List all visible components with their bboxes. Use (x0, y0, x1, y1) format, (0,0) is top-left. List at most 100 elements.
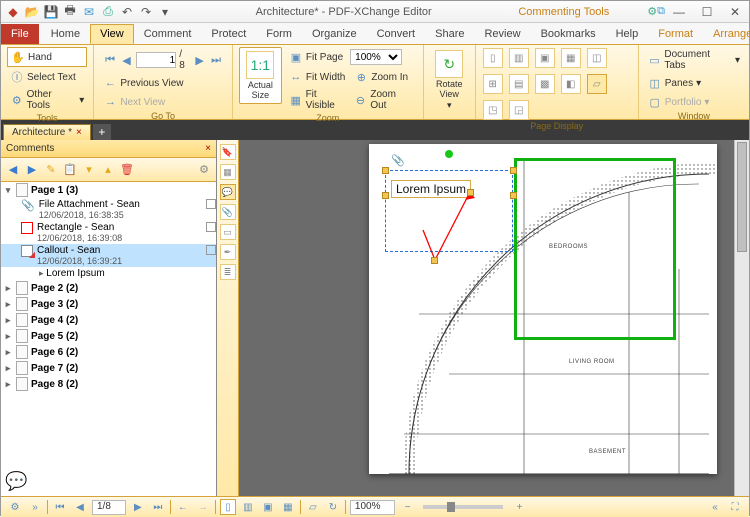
zoom-in-button[interactable]: + (511, 499, 527, 515)
tab-protect[interactable]: Protect (201, 24, 256, 44)
prev-page-icon[interactable]: ◀ (72, 499, 88, 515)
tab-format[interactable]: Format (648, 24, 703, 44)
layout-5-icon[interactable]: ◫ (587, 48, 607, 68)
zoom-slider-handle[interactable] (447, 502, 455, 512)
redo-icon[interactable]: ↷ (138, 4, 154, 20)
last-page-icon[interactable]: ⏭ (150, 499, 166, 515)
tab-convert[interactable]: Convert (367, 24, 426, 44)
previous-view-button[interactable]: ←Previous View (100, 74, 226, 92)
tree-page-node[interactable]: ▸Page 5 (2) (1, 328, 216, 344)
resize-handle[interactable] (467, 189, 474, 196)
next-comment-icon[interactable]: ▶ (24, 162, 40, 178)
panes-button[interactable]: ◫Panes▾ (645, 74, 743, 92)
scrollbar-thumb[interactable] (737, 142, 747, 252)
tree-page-node[interactable]: ▸Page 4 (2) (1, 312, 216, 328)
page-indicator[interactable]: 1/8 (92, 500, 126, 515)
rotate-handle[interactable] (445, 150, 453, 158)
vertical-scrollbar[interactable] (734, 140, 749, 496)
goto-first-button[interactable]: ⏮◀ / 8▶⏭ (100, 47, 226, 73)
layout-11-icon[interactable]: ◳ (483, 100, 503, 120)
sb-back-icon[interactable]: ← (175, 499, 191, 515)
resize-handle[interactable] (510, 167, 517, 174)
close-button[interactable]: ✕ (721, 2, 749, 22)
comment-item[interactable]: ◢Callout - Sean12/06/2018, 16:39:21 (1, 244, 216, 267)
fit-width-button[interactable]: ↔Fit Width ⊕Zoom In (286, 68, 417, 86)
resize-handle[interactable] (431, 257, 438, 264)
undo-icon[interactable]: ↶ (119, 4, 135, 20)
fit-page-button[interactable]: ▣Fit Page 100% (286, 47, 417, 67)
open-icon[interactable]: 📂 (24, 4, 40, 20)
options-icon[interactable]: ⚙ (196, 162, 212, 178)
resize-handle[interactable] (510, 192, 517, 199)
annotation-rectangle[interactable] (514, 158, 676, 340)
tree-page-node[interactable]: ▸Page 7 (2) (1, 360, 216, 376)
comment-item[interactable]: Rectangle - Sean12/06/2018, 16:39:08 (1, 221, 216, 244)
tree-page-node[interactable]: ▸Page 2 (2) (1, 280, 216, 296)
add-reply-icon[interactable]: ✎ (43, 162, 59, 178)
tree-page-node[interactable]: ▸Page 3 (2) (1, 296, 216, 312)
tab-share[interactable]: Share (425, 24, 474, 44)
layout-7-icon[interactable]: ▤ (509, 74, 529, 94)
bookmarks-pane-icon[interactable]: 🔖 (220, 144, 236, 160)
sb-fwd-icon[interactable]: → (195, 499, 211, 515)
zoom-slider[interactable] (423, 505, 503, 509)
launch-icon[interactable]: ⧉ (657, 5, 665, 18)
print-icon[interactable]: 🖶 (62, 4, 78, 20)
fit-visible-button[interactable]: ▦Fit Visible ⊖Zoom Out (286, 87, 417, 113)
thumbnails-pane-icon[interactable]: ▦ (220, 164, 236, 180)
select-text-button[interactable]: ⒾSelect Text (7, 68, 87, 86)
scan-icon[interactable]: ⎙ (100, 4, 116, 20)
comments-tree[interactable]: ▾Page 1 (3)📎File Attachment - Sean12/06/… (1, 182, 216, 464)
continuous-icon[interactable]: ▥ (509, 48, 529, 68)
sb-continuous-icon[interactable]: ▥ (240, 499, 256, 515)
tab-bookmarks[interactable]: Bookmarks (531, 24, 606, 44)
first-page-icon[interactable]: ⏮ (52, 499, 68, 515)
tab-comment[interactable]: Comment (134, 24, 202, 44)
summarize-icon[interactable]: 📋 (62, 162, 78, 178)
zoom-select[interactable]: 100% (350, 49, 402, 65)
fields-pane-icon[interactable]: ▭ (220, 224, 236, 240)
sb-fullscreen-icon[interactable]: ⛶ (727, 499, 743, 515)
collapse-icon[interactable]: ▴ (100, 162, 116, 178)
close-tab-icon[interactable]: × (76, 127, 82, 138)
comment-child[interactable]: ▸ Lorem Ipsum (1, 267, 216, 280)
tab-organize[interactable]: Organize (302, 24, 367, 44)
layout-10-icon[interactable]: ▱ (587, 74, 607, 94)
mail-icon[interactable]: ✉ (81, 4, 97, 20)
sb-more-icon[interactable]: « (707, 499, 723, 515)
sb-single-page-icon[interactable]: ▯ (220, 499, 236, 515)
zoom-out-button[interactable]: Zoom Out (370, 89, 413, 111)
tab-form[interactable]: Form (256, 24, 302, 44)
two-page-icon[interactable]: ▣ (535, 48, 555, 68)
layout-12-icon[interactable]: ◲ (509, 100, 529, 120)
two-continuous-icon[interactable]: ▦ (561, 48, 581, 68)
resize-handle[interactable] (382, 192, 389, 199)
tab-arrange[interactable]: Arrange (703, 24, 750, 44)
sb-fit-icon[interactable]: ▱ (305, 499, 321, 515)
delete-icon[interactable]: 🗑 (119, 162, 135, 178)
portfolio-button[interactable]: ▢Portfolio▾ (645, 93, 743, 111)
tab-view[interactable]: View (90, 24, 134, 44)
comments-pane-icon[interactable]: 💬 (220, 184, 236, 200)
layout-6-icon[interactable]: ⊞ (483, 74, 503, 94)
layout-9-icon[interactable]: ◧ (561, 74, 581, 94)
options-icon[interactable]: ⚙ (7, 499, 23, 515)
next-page-icon[interactable]: ▶ (130, 499, 146, 515)
close-pane-icon[interactable]: × (205, 143, 211, 154)
save-icon[interactable]: 💾 (43, 4, 59, 20)
sb-twopage-icon[interactable]: ▣ (260, 499, 276, 515)
tab-home[interactable]: Home (41, 24, 90, 44)
add-tab-button[interactable]: + (93, 124, 111, 140)
prev-comment-icon[interactable]: ◀ (5, 162, 21, 178)
sb-expand-icon[interactable]: » (27, 499, 43, 515)
ui-options-icon[interactable]: ⚙ (647, 5, 657, 18)
tab-file[interactable]: File (1, 24, 39, 44)
page-canvas[interactable]: BEDROOMS LIVING ROOM BASEMENT Lorem Ipsu… (239, 140, 734, 496)
sb-rotate-icon[interactable]: ↻ (325, 499, 341, 515)
attachments-pane-icon[interactable]: 📎 (220, 204, 236, 220)
layout-8-icon[interactable]: ▩ (535, 74, 555, 94)
rotate-view-button[interactable]: ↻Rotate View▾ (430, 47, 469, 114)
hand-tool-button[interactable]: ✋Hand (7, 47, 87, 67)
comment-item[interactable]: 📎File Attachment - Sean12/06/2018, 16:38… (1, 198, 216, 221)
tree-page-node[interactable]: ▾Page 1 (3) (1, 182, 216, 198)
